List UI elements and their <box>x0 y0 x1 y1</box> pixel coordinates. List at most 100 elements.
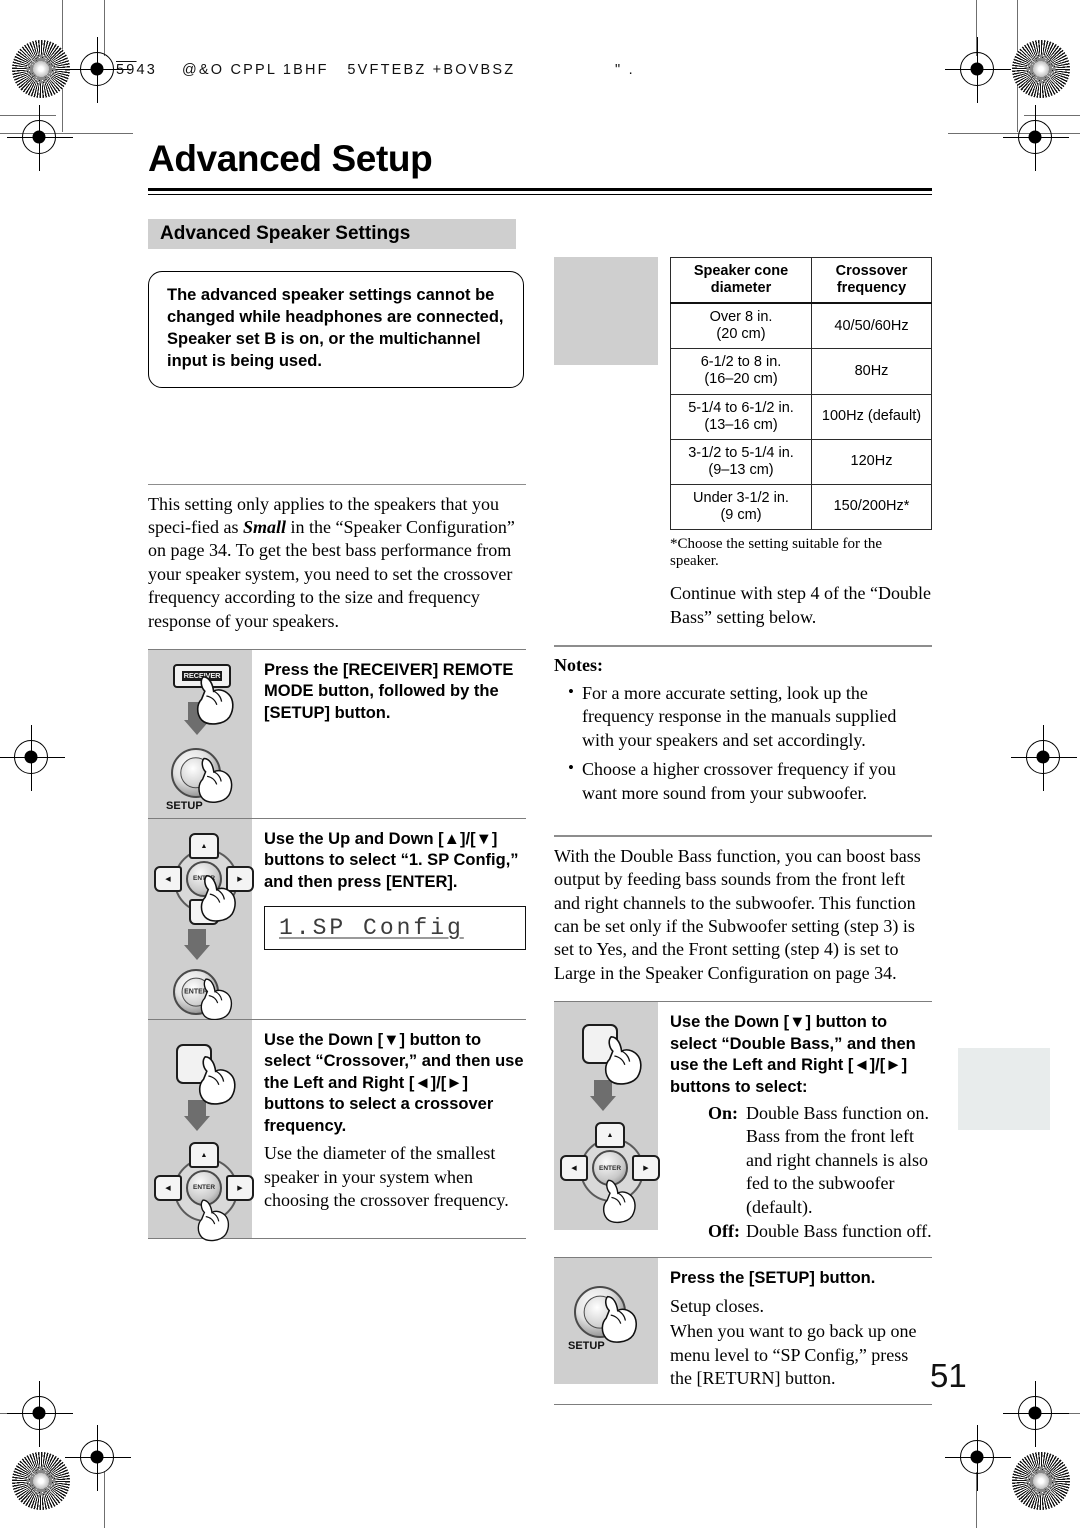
registration-mark-top-left <box>65 37 131 103</box>
th-frequency-line2: frequency <box>836 279 907 296</box>
cell-diameter-l2: (16–20 cm) <box>704 371 778 388</box>
step-heading-3: Use the Down [▼] button to select “Cross… <box>264 1030 524 1135</box>
dpad-enter-label-3: ENTER <box>598 1164 622 1172</box>
table-footnote: *Choose the setting suitable for the spe… <box>670 536 883 570</box>
cell-diameter-l2: (9–13 cm) <box>708 461 774 478</box>
step-text-1: Press the [RECEIVER] REMOTE MODE button,… <box>252 650 526 818</box>
step-text-3: Use the Down [▼] button to select “Cross… <box>252 1020 526 1238</box>
down-arrow-head-4 <box>590 1096 616 1112</box>
dpad-enter-label-2: ENTER <box>192 1184 216 1192</box>
page-content: Advanced Setup Advanced Speaker Settings… <box>148 138 932 1406</box>
pointing-hand-icon-1 <box>196 675 234 725</box>
double-bass-options: On: Double Bass function on. Bass from t… <box>670 1102 932 1243</box>
step-sub-3: Use the diameter of the smallest speaker… <box>264 1143 509 1210</box>
step-sub-5a: Setup closes. <box>670 1295 764 1316</box>
th-frequency-line1: Crossover <box>835 262 908 279</box>
step-artwork-5: SETUP <box>554 1258 658 1385</box>
table-zone: Speaker cone diameter Crossover frequenc… <box>554 256 932 629</box>
table-row: 5-1/4 to 6-1/2 in. (13–16 cm) 100Hz (defa… <box>670 393 932 440</box>
down-arrow-head-3 <box>184 1115 210 1131</box>
step-row-double-bass: ▲ ◀ ▶ ENTER Use the Down [▼] button to s… <box>554 1001 932 1257</box>
cell-frequency: 40/50/60Hz <box>811 302 932 350</box>
crop-line-top-left-h <box>0 115 56 116</box>
cell-diameter-l2: (9 cm) <box>720 507 762 524</box>
pointing-hand-icon-6 <box>197 1199 230 1242</box>
cell-frequency: 150/200Hz* <box>811 483 932 531</box>
cell-diameter: Over 8 in. (20 cm) <box>670 302 812 350</box>
crop-line-top-left-v <box>104 0 105 56</box>
lcd-display-sp-config: 1.SP Config <box>264 906 526 951</box>
registration-mark-top-right <box>945 37 1011 103</box>
option-on-text: Double Bass function on. Bass from the f… <box>746 1102 929 1217</box>
two-column-layout: The advanced speaker settings cannot be … <box>148 249 932 1406</box>
lcd-text: 1.SP Config <box>279 915 464 942</box>
pointing-hand-icon-8 <box>602 1179 636 1224</box>
cell-diameter-l1: Over 8 in. <box>709 309 773 326</box>
cell-frequency: 80Hz <box>811 348 932 395</box>
print-density-target-top-right <box>1012 40 1070 98</box>
step-heading-1: Press the [RECEIVER] REMOTE MODE button,… <box>264 660 514 722</box>
step-heading-5: Press the [SETUP] button. <box>670 1269 876 1288</box>
step-row-receiver-setup: RECEIVER SETUP Press the [RECEIVER] REMO… <box>148 648 526 818</box>
cell-diameter-l1: 5-1/4 to 6-1/2 in. <box>688 399 794 416</box>
crop-line-inner-l-h <box>0 133 133 134</box>
page-title: Advanced Setup <box>148 138 433 179</box>
left-column: The advanced speaker settings cannot be … <box>148 249 526 1405</box>
cell-diameter-l1: 6-1/2 to 8 in. <box>700 354 782 371</box>
cell-diameter-l1: 3-1/2 to 5-1/4 in. <box>688 444 794 461</box>
step-artwork-1: RECEIVER SETUP <box>148 649 252 818</box>
registration-mark-inner-left <box>7 1381 73 1447</box>
cell-diameter-l2: (20 cm) <box>716 326 766 343</box>
print-density-target-bottom-left <box>12 1452 70 1510</box>
crop-line-bot-left-v <box>104 1472 105 1528</box>
section-heading-label: Advanced Speaker Settings <box>160 222 411 244</box>
double-bass-paragraph: With the Double Bass function, you can b… <box>554 845 921 983</box>
option-off: Off: Double Bass function off. <box>708 1220 932 1243</box>
step-row-press-setup: SETUP Press the [SETUP] button. Setup cl… <box>554 1257 932 1406</box>
note-item: Choose a higher crossover frequency if y… <box>568 757 932 805</box>
registration-mark-lower-left <box>7 105 73 171</box>
page-number: 51 <box>930 1357 967 1394</box>
step-heading-4: Use the Down [▼] button to select “Doubl… <box>670 1013 916 1096</box>
intro-paragraph: This setting only applies to the speaker… <box>148 493 515 631</box>
cell-diameter: 5-1/4 to 6-1/2 in. (13–16 cm) <box>670 393 812 440</box>
notice-text: The advanced speaker settings cannot be … <box>167 285 504 370</box>
pointing-hand-icon-3 <box>200 874 236 922</box>
print-density-target-bottom-right <box>1012 1452 1070 1510</box>
intro-block: This setting only applies to the speaker… <box>148 480 526 633</box>
running-head: 5943 @&O CPPL 1BHF 5VFTEBZ +BOVBSZ " . <box>116 62 635 78</box>
table-side-shade <box>554 256 658 365</box>
pointing-hand-icon-5 <box>198 1055 236 1105</box>
registration-mark-inner-right <box>1003 1381 1069 1447</box>
step-text-2: Use the Up and Down [▲]/[▼] buttons to s… <box>252 819 526 1019</box>
pointing-hand-icon-4 <box>200 978 233 1021</box>
crop-line-inner-r-h <box>948 133 1080 134</box>
dpad-left-key-2: ◀ <box>154 1174 182 1201</box>
double-bass-divider <box>554 834 932 837</box>
section-heading-band: Advanced Speaker Settings <box>148 218 516 249</box>
down-arrow-head-2 <box>184 944 210 960</box>
chapter-thumb-tab <box>958 1048 1050 1130</box>
step-row-crossover: ▲ ◀ ▶ ENTER Use the Down [▼] button to s… <box>148 1018 526 1242</box>
dpad-up-key-3: ▲ <box>595 1122 625 1149</box>
step-sub-5b: When you want to go back up one menu lev… <box>670 1321 917 1388</box>
step-text-4: Use the Down [▼] button to select “Doubl… <box>658 1002 932 1257</box>
option-off-label: Off: <box>708 1220 740 1241</box>
registration-mark-bottom-left <box>65 1425 131 1491</box>
step-row-sp-config: ▲ ▼ ◀ ▶ ENTER ENTER <box>148 817 526 1021</box>
notice-box: The advanced speaker settings cannot be … <box>148 270 524 388</box>
title-rule <box>148 187 932 195</box>
right-column: Speaker cone diameter Crossover frequenc… <box>554 249 932 1406</box>
option-on-label: On: <box>708 1102 739 1123</box>
dpad-up-key-1: ▲ <box>189 832 219 859</box>
crossover-table: Speaker cone diameter Crossover frequenc… <box>670 256 932 531</box>
registration-mark-lower-right <box>1003 105 1069 171</box>
cell-diameter-l1: Under 3-1/2 in. <box>693 489 789 506</box>
pointing-hand-icon-7 <box>604 1036 642 1085</box>
step-heading-2: Use the Up and Down [▲]/[▼] buttons to s… <box>264 829 519 891</box>
dpad-left-key-1: ◀ <box>154 865 182 892</box>
table-header-row: Speaker cone diameter Crossover frequenc… <box>670 256 932 305</box>
th-diameter-line2: diameter <box>710 279 772 296</box>
running-head-page: 59 <box>116 62 137 78</box>
table-header-diameter: Speaker cone diameter <box>670 256 812 305</box>
